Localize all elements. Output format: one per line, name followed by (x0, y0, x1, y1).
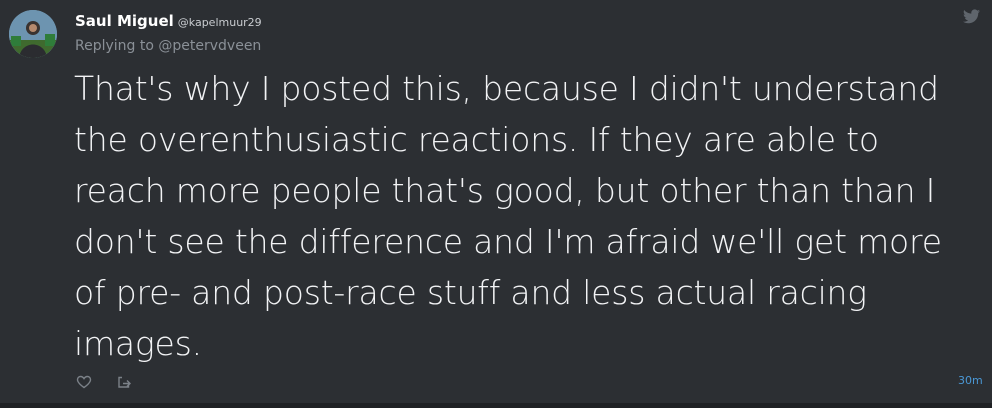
replying-to: Replying to @petervdveen (75, 38, 261, 54)
avatar-image (9, 10, 57, 58)
twitter-bird-icon[interactable] (963, 9, 980, 24)
author-handle[interactable]: @kapelmuur29 (178, 16, 262, 29)
replying-to-mention[interactable]: @petervdveen (158, 38, 261, 54)
heart-icon[interactable] (76, 374, 92, 390)
author-line: Saul Miguel @kapelmuur29 (75, 12, 262, 30)
avatar[interactable] (9, 10, 57, 58)
divider (0, 403, 992, 408)
tweet-text: That's why I posted this, because I didn… (74, 69, 942, 363)
replying-prefix: Replying to (75, 38, 159, 54)
timestamp[interactable]: 30m (958, 374, 983, 387)
tweet-card: Saul Miguel @kapelmuur29 Replying to @pet… (0, 0, 992, 404)
author-name[interactable]: Saul Miguel (75, 12, 174, 30)
share-icon[interactable] (116, 374, 132, 390)
